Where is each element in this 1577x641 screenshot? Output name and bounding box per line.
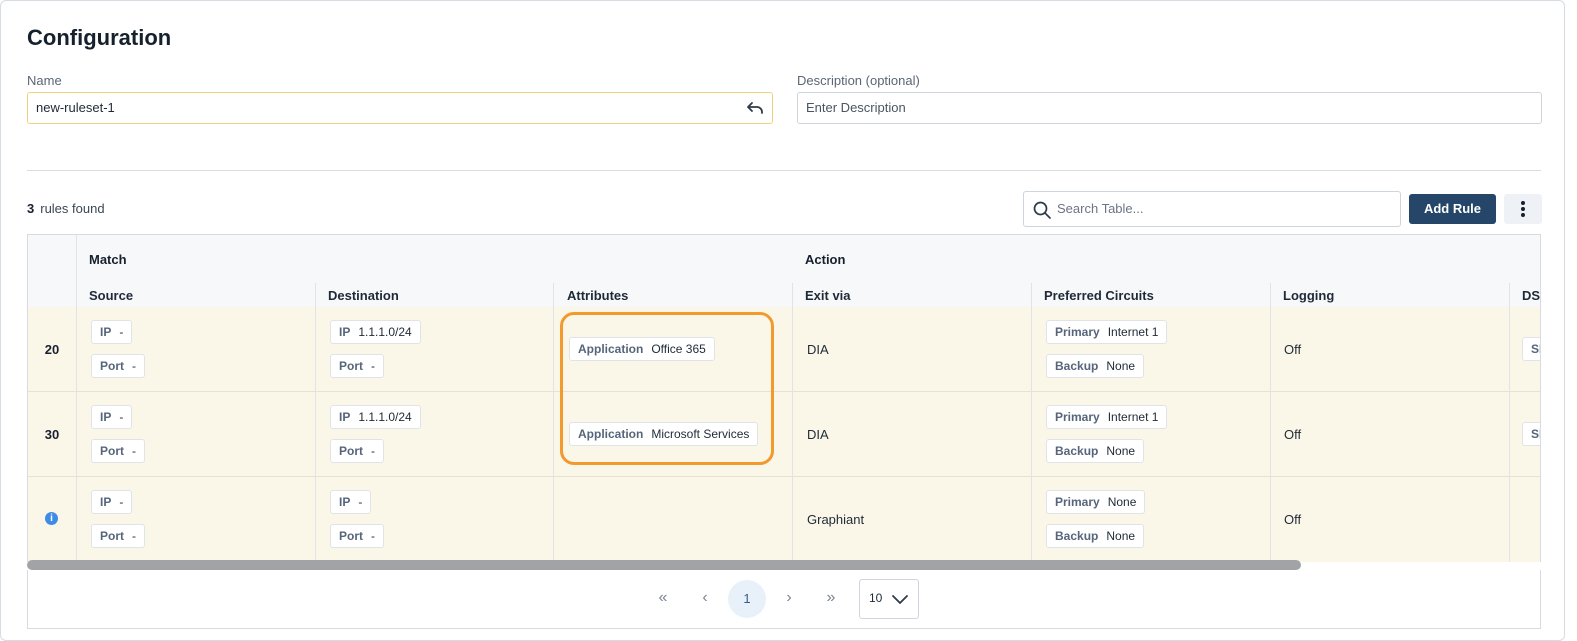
col-attributes: Attributes [567, 288, 629, 303]
table-column-header: Source Destination Attributes Exit via P… [28, 283, 1541, 308]
undo-icon[interactable] [746, 100, 764, 116]
column-divider [1270, 283, 1271, 562]
group-match: Match [89, 252, 127, 267]
info-icon[interactable]: i [45, 512, 58, 525]
backup-circuit-chip: Backup None [1046, 524, 1145, 548]
search-icon [1033, 201, 1051, 219]
page-title: Configuration [27, 25, 172, 50]
source-ip-chip: IP - [91, 320, 133, 344]
column-divider [792, 283, 793, 562]
backup-circuit-chip: Backup None [1046, 439, 1145, 463]
group-action: Action [805, 252, 846, 267]
col-exit-via: Exit via [805, 288, 851, 303]
source-port-chip: Port - [91, 439, 145, 463]
description-placeholder: Enter Description [806, 100, 906, 115]
rule-number: 30 [44, 427, 60, 442]
backup-circuit-chip: Backup None [1046, 354, 1145, 378]
primary-circuit-chip: Primary Internet 1 [1046, 320, 1168, 344]
first-page-button[interactable]: « [651, 589, 675, 607]
description-input[interactable]: Enter Description [797, 92, 1542, 124]
col-logging: Logging [1283, 288, 1335, 303]
current-page-button[interactable]: 1 [728, 580, 766, 618]
column-divider [1031, 283, 1032, 562]
destination-port-chip: Port - [330, 524, 384, 548]
table-row[interactable]: 20 IP - Port - IP 1.1.1.0/24 Port - Applicat… [28, 307, 1540, 392]
chevron-down-icon [892, 595, 908, 604]
prev-page-button[interactable]: ‹ [693, 589, 717, 607]
dscp-chip: SL [1522, 422, 1540, 446]
search-placeholder: Search Table... [1057, 201, 1144, 216]
col-destination: Destination [328, 288, 399, 303]
horizontal-scrollbar[interactable] [27, 560, 1301, 570]
rules-count-number: 3 [27, 201, 35, 216]
table-group-header: Match Action [28, 235, 1540, 284]
destination-ip-chip: IP - [330, 490, 372, 514]
page-size-value: 10 [869, 591, 883, 605]
rule-number: 20 [44, 342, 60, 357]
rules-table: Match Action Source Destination Attribut… [27, 234, 1541, 562]
table-row[interactable]: 30 IP - Port - IP 1.1.1.0/24 Port - Applicat… [28, 392, 1540, 477]
last-page-button[interactable]: » [819, 589, 843, 607]
primary-circuit-chip: Primary None [1046, 490, 1146, 514]
column-divider [553, 283, 554, 562]
add-rule-button[interactable]: Add Rule [1409, 194, 1496, 224]
name-input-value: new-ruleset-1 [36, 100, 115, 115]
destination-port-chip: Port - [330, 354, 384, 378]
table-row[interactable]: i IP - Port - IP - Port - Graphiant Primary N… [28, 477, 1540, 562]
exit-via-value: Graphiant [807, 512, 865, 527]
search-input[interactable]: Search Table... [1023, 191, 1401, 227]
column-divider [315, 283, 316, 562]
column-divider [1509, 283, 1510, 562]
divider [27, 170, 1541, 171]
attributes-highlight-box [560, 312, 774, 465]
description-label: Description (optional) [797, 73, 920, 88]
logging-value: Off [1284, 427, 1302, 442]
col-dscp: DSC [1522, 288, 1541, 303]
primary-circuit-chip: Primary Internet 1 [1046, 405, 1168, 429]
name-label: Name [27, 73, 62, 88]
destination-port-chip: Port - [330, 439, 384, 463]
destination-ip-chip: IP 1.1.1.0/24 [330, 320, 421, 344]
more-options-button[interactable] [1504, 194, 1542, 224]
source-ip-chip: IP - [91, 405, 133, 429]
logging-value: Off [1284, 512, 1302, 527]
dscp-chip: SL [1522, 337, 1540, 361]
rules-count-label: rules found [40, 201, 105, 216]
column-divider [76, 235, 77, 562]
next-page-button[interactable]: › [777, 589, 801, 607]
exit-via-value: DIA [807, 427, 829, 442]
source-port-chip: Port - [91, 524, 145, 548]
col-preferred-circuits: Preferred Circuits [1044, 288, 1154, 303]
configuration-panel: Configuration Name new-ruleset-1 Descrip… [0, 0, 1565, 641]
destination-ip-chip: IP 1.1.1.0/24 [330, 405, 421, 429]
name-input[interactable]: new-ruleset-1 [27, 92, 773, 124]
source-ip-chip: IP - [91, 490, 133, 514]
col-source: Source [89, 288, 134, 303]
rules-count: 3 rules found [27, 201, 105, 216]
exit-via-value: DIA [807, 342, 829, 357]
page-size-select[interactable]: 10 [859, 579, 919, 619]
source-port-chip: Port - [91, 354, 145, 378]
logging-value: Off [1284, 342, 1302, 357]
